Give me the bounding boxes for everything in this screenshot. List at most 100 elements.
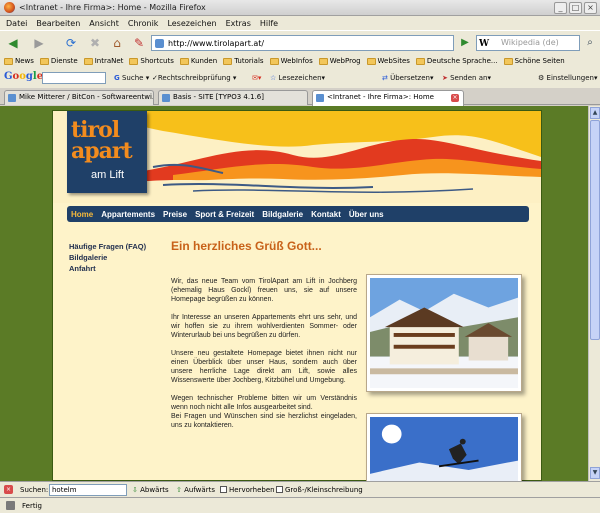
bookmark-folder[interactable]: IntraNet bbox=[83, 57, 123, 65]
scroll-down-icon[interactable]: ▼ bbox=[590, 467, 600, 479]
skier-image bbox=[370, 417, 518, 481]
tab-typo3[interactable]: Basis - SITE [TYPO3 4.1.6] bbox=[158, 90, 308, 105]
menu-lesezeichen[interactable]: Lesezeichen bbox=[167, 19, 216, 28]
menu-extras[interactable]: Extras bbox=[226, 19, 251, 28]
folder-icon bbox=[318, 57, 328, 65]
bookmark-folder[interactable]: Kunden bbox=[179, 57, 217, 65]
sidebar-link-faq[interactable]: Häufige Fragen (FAQ) bbox=[69, 241, 165, 252]
navigation-toolbar: ◀ ▶ ⟳ ✖ ⌂ ✎ http://www.tirolapart.at/ ▶ … bbox=[0, 30, 600, 54]
google-search-button[interactable]: G Suche ▾ bbox=[114, 74, 149, 82]
bookmark-star-icon[interactable]: ✎ bbox=[130, 34, 148, 52]
bookmarks-bar: News Dienste IntraNet Shortcuts Kunden T… bbox=[0, 54, 600, 68]
translate-button[interactable]: ⇄ Übersetzen▾ bbox=[382, 74, 434, 82]
folder-icon bbox=[83, 57, 93, 65]
page-headline: Ein herzliches Grüß Gott... bbox=[171, 239, 322, 253]
folder-icon bbox=[223, 57, 233, 65]
menu-datei[interactable]: Datei bbox=[6, 19, 27, 28]
bookmark-folder[interactable]: WebProg bbox=[318, 57, 361, 65]
highlight-button[interactable]: Hervorheben bbox=[220, 486, 275, 494]
tab-bitcon[interactable]: Mike Mitterer / BitCon - Softwareentwi..… bbox=[4, 90, 154, 105]
nav-appartements[interactable]: Appartements bbox=[101, 210, 155, 219]
reload-icon[interactable]: ⟳ bbox=[62, 34, 80, 52]
url-bar[interactable]: http://www.tirolapart.at/ bbox=[151, 35, 454, 51]
checkbox-icon bbox=[276, 486, 283, 493]
spellcheck-button[interactable]: ✓Rechtschreibprüfung ▾ bbox=[152, 74, 236, 82]
maximize-button[interactable]: □ bbox=[569, 2, 582, 14]
paragraph: Unsere neu gestaltete Homepage bietet ih… bbox=[171, 350, 357, 384]
close-window-button[interactable]: × bbox=[584, 2, 597, 14]
menu-hilfe[interactable]: Hilfe bbox=[260, 19, 278, 28]
window-titlebar[interactable]: <Intranet - Ihre Firma>: Home - Mozilla … bbox=[0, 0, 600, 16]
bookmarks-button[interactable]: ☆ Lesezeichen▾ bbox=[270, 74, 325, 82]
bookmark-folder[interactable]: Dienste bbox=[39, 57, 78, 65]
tab-favicon-icon bbox=[316, 94, 324, 102]
site-logo[interactable]: tirol apart am Lift bbox=[67, 111, 147, 193]
nav-bildgalerie[interactable]: Bildgalerie bbox=[262, 210, 303, 219]
arrow-down-icon: ⇩ bbox=[132, 486, 138, 494]
google-toolbar: Google G Suche ▾ ✓Rechtschreibprüfung ▾ … bbox=[0, 68, 600, 88]
search-icon[interactable]: ⌕ bbox=[581, 34, 599, 52]
welcome-text: Wir, das neue Team vom TirolApart am Lif… bbox=[171, 277, 357, 439]
settings-button[interactable]: ⚙ Einstellungen▾ bbox=[538, 74, 597, 82]
send-to-button[interactable]: ➤ Senden an▾ bbox=[442, 74, 491, 82]
folder-icon bbox=[415, 57, 425, 65]
scroll-up-icon[interactable]: ▲ bbox=[590, 107, 600, 119]
translate-icon: ⇄ bbox=[382, 74, 388, 82]
gear-icon: ⚙ bbox=[538, 74, 545, 82]
find-previous-button[interactable]: ⇧ Aufwärts bbox=[176, 486, 215, 494]
paragraph: Wir, das neue Team vom TirolApart am Lif… bbox=[171, 278, 357, 303]
bookmark-folder[interactable]: Deutsche Sprache... bbox=[415, 57, 498, 65]
nav-kontakt[interactable]: Kontakt bbox=[311, 210, 341, 219]
stop-icon[interactable]: ✖ bbox=[86, 34, 104, 52]
nav-sport-freizeit[interactable]: Sport & Freizeit bbox=[195, 210, 254, 219]
find-bar: × Suchen: hotelm ⇩ Abwärts ⇧ Aufwärts He… bbox=[0, 481, 600, 497]
google-g-icon: G bbox=[114, 74, 120, 82]
status-bar: Fertig bbox=[0, 497, 600, 513]
site-favicon-icon bbox=[155, 39, 164, 48]
bookmark-folder[interactable]: Tutorials bbox=[223, 57, 264, 65]
menu-ansicht[interactable]: Ansicht bbox=[89, 19, 119, 28]
forward-arrow-icon[interactable]: ▶ bbox=[30, 34, 48, 52]
site-main-nav: Home Appartements Preise Sport & Freizei… bbox=[67, 206, 529, 222]
search-input[interactable]: W Wikipedia (de) bbox=[476, 35, 580, 51]
bookmark-folder[interactable]: Shortcuts bbox=[129, 57, 174, 65]
menu-chronik[interactable]: Chronik bbox=[128, 19, 159, 28]
status-page-icon bbox=[6, 501, 15, 510]
site-container: tirol apart am Lift Home Appartements Pr… bbox=[52, 110, 542, 481]
find-next-button[interactable]: ⇩ Abwärts bbox=[132, 486, 169, 494]
back-arrow-icon[interactable]: ◀ bbox=[4, 34, 22, 52]
tab-favicon-icon bbox=[162, 94, 170, 102]
google-logo: Google bbox=[4, 71, 44, 82]
highlight-icon bbox=[220, 486, 227, 493]
url-text: http://www.tirolapart.at/ bbox=[168, 38, 265, 48]
home-icon[interactable]: ⌂ bbox=[108, 34, 126, 52]
close-tab-icon[interactable]: × bbox=[451, 94, 459, 102]
tab-intranet-home[interactable]: <Intranet - Ihre Firma>: Home × bbox=[312, 90, 464, 106]
go-arrow-icon[interactable]: ▶ bbox=[456, 34, 474, 52]
google-search-input[interactable] bbox=[42, 72, 106, 84]
find-input[interactable]: hotelm bbox=[49, 484, 127, 496]
close-findbar-icon[interactable]: × bbox=[4, 485, 13, 494]
bookmark-folder[interactable]: Schöne Seiten bbox=[503, 57, 565, 65]
minimize-button[interactable]: _ bbox=[554, 2, 567, 14]
nav-home[interactable]: Home bbox=[71, 210, 93, 219]
bookmark-folder[interactable]: News bbox=[4, 57, 34, 65]
vertical-scrollbar[interactable]: ▲ ▼ bbox=[588, 106, 600, 481]
nav-preise[interactable]: Preise bbox=[163, 210, 187, 219]
star-icon: ☆ bbox=[270, 74, 277, 82]
gmail-icon[interactable]: ✉▾ bbox=[252, 74, 261, 82]
bookmark-folder[interactable]: WebInfos bbox=[269, 57, 313, 65]
scrollbar-thumb[interactable] bbox=[590, 120, 600, 340]
folder-icon bbox=[39, 57, 49, 65]
match-case-checkbox[interactable]: Groß-/Kleinschreibung bbox=[276, 486, 363, 494]
folder-icon bbox=[129, 57, 139, 65]
house-photo bbox=[366, 274, 522, 392]
nav-ueber-uns[interactable]: Über uns bbox=[349, 210, 384, 219]
sidebar-link-bildgalerie[interactable]: Bildgalerie bbox=[69, 252, 165, 263]
menu-bearbeiten[interactable]: Bearbeiten bbox=[36, 19, 80, 28]
site-header: tirol apart am Lift bbox=[53, 111, 541, 203]
bookmark-folder[interactable]: WebSites bbox=[366, 57, 410, 65]
window-title: <Intranet - Ihre Firma>: Home - Mozilla … bbox=[19, 3, 206, 12]
folder-icon bbox=[269, 57, 279, 65]
sidebar-link-anfahrt[interactable]: Anfahrt bbox=[69, 263, 165, 274]
